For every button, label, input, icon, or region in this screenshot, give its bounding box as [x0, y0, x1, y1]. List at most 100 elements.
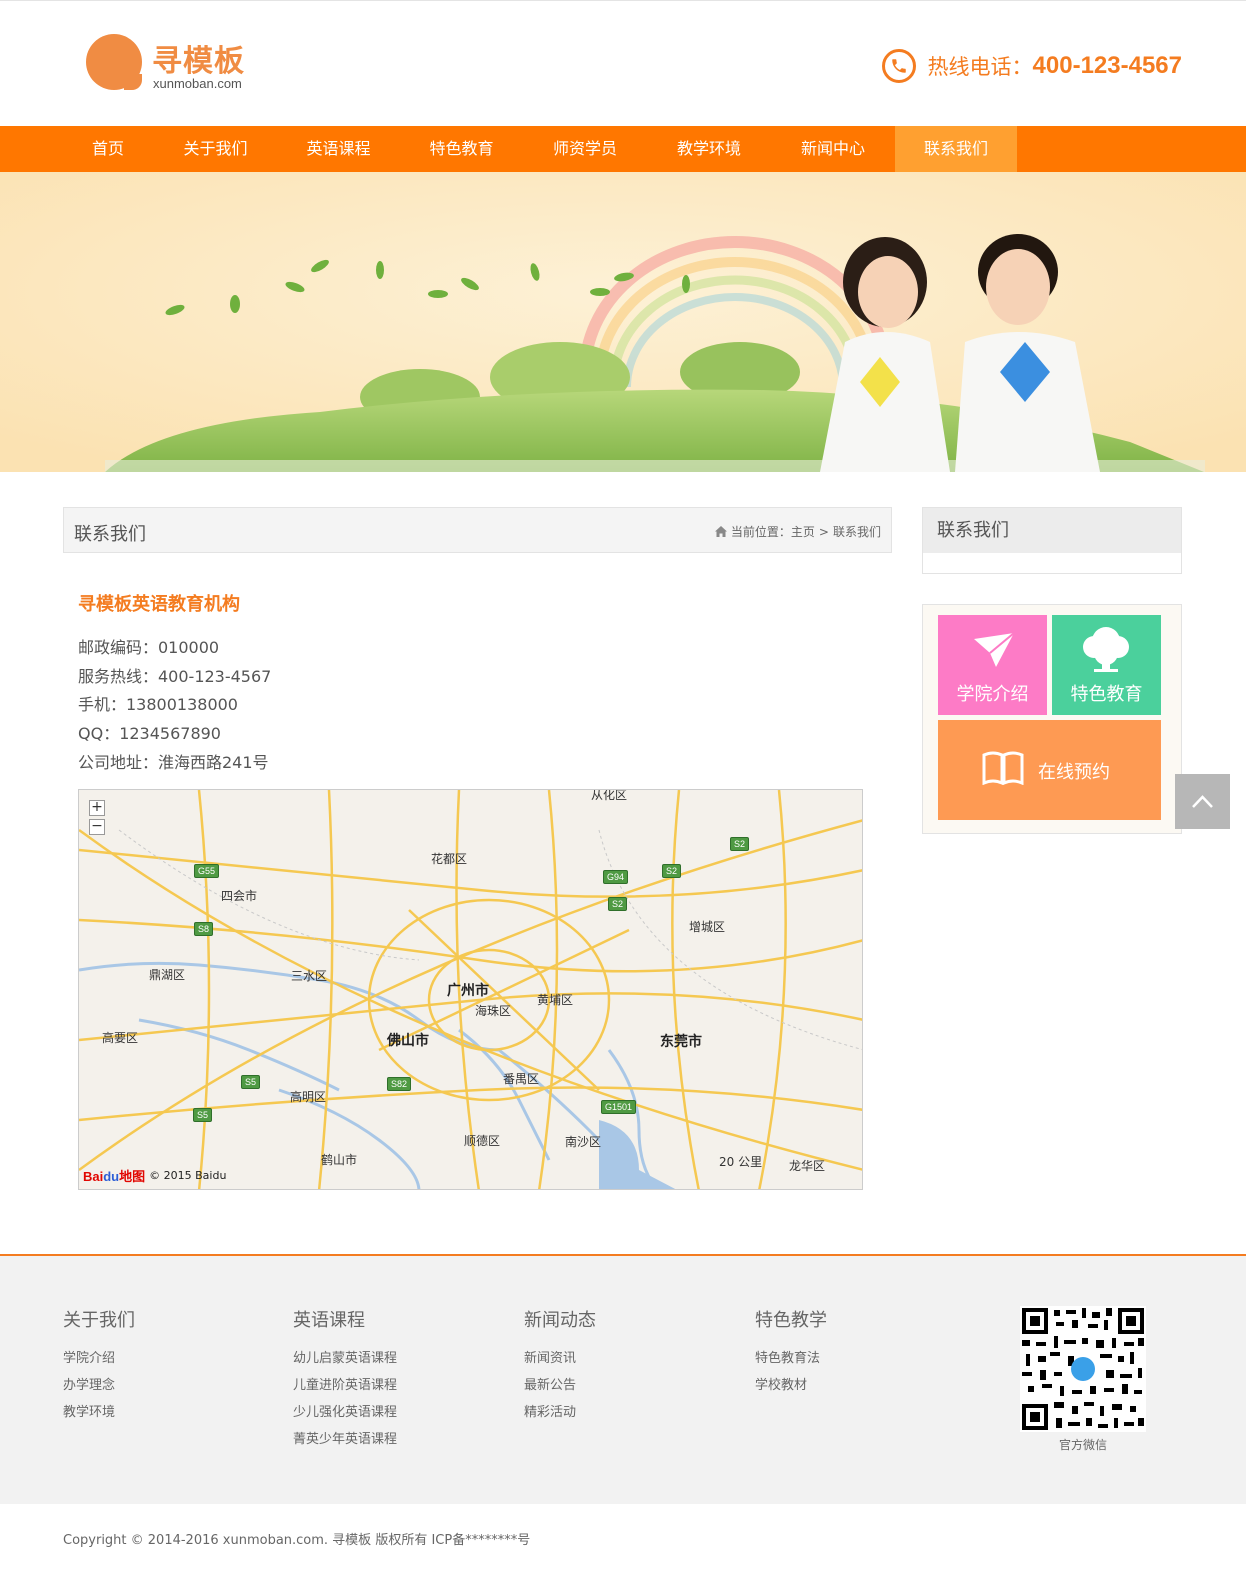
mobile-phone: 手机：13800138000	[78, 695, 238, 714]
hotline-label: 热线电话：	[927, 55, 1033, 79]
nav-item-featured[interactable]: 特色教育	[400, 126, 523, 172]
breadcrumb-home[interactable]: 主页	[791, 523, 815, 540]
map-scale-label: 20 公里	[719, 1155, 763, 1169]
hotline-number: 400-123-4567	[1032, 52, 1182, 79]
footer-col-title: 特色教学	[755, 1310, 827, 1331]
nav-item-news[interactable]: 新闻中心	[771, 126, 895, 172]
map-label: 四会市	[221, 889, 258, 903]
map-label: 南沙区	[565, 1135, 602, 1149]
footer-link[interactable]: 最新公告	[524, 1377, 596, 1394]
map-label: 黄埔区	[537, 993, 574, 1007]
tile-label: 特色教育	[1070, 684, 1143, 705]
address: 公司地址：淮海西路241号	[78, 753, 269, 772]
nav-item-teachers[interactable]: 师资学员	[523, 126, 647, 172]
qr-code-image	[1020, 1306, 1146, 1432]
footer-col-news: 新闻动态 新闻资讯 最新公告 精彩活动	[524, 1306, 596, 1431]
location-map[interactable]: + − 从化区 花都区 四会市 增城区 鼎湖区 三水区 广州市 黄埔区 海珠区 …	[78, 789, 863, 1190]
highway-shield: S2	[730, 837, 750, 851]
nav-item-home[interactable]: 首页	[62, 126, 154, 172]
logo-name: 寻模板	[152, 44, 245, 79]
logo-domain: xunmoban.com	[153, 76, 242, 91]
banner	[0, 172, 1246, 472]
tile-label: 学院介绍	[956, 684, 1029, 705]
site-logo[interactable]: 寻模板 xunmoban.com	[86, 34, 266, 94]
highway-shield: G55	[194, 864, 220, 878]
paper-plane-icon	[974, 632, 1015, 667]
footer-link[interactable]: 精彩活动	[524, 1404, 596, 1421]
nav-item-contact[interactable]: 联系我们	[895, 126, 1017, 172]
nav-item-about[interactable]: 关于我们	[154, 126, 277, 172]
highway-shield: S2	[608, 897, 628, 911]
map-label: 鼎湖区	[149, 968, 186, 982]
copyright: Copyright © 2014-2016 xunmoban.com. 寻模板 …	[63, 1533, 531, 1548]
org-name: 寻模板英语教育机构	[78, 594, 240, 615]
map-label: 海珠区	[475, 1004, 512, 1018]
map-zoom-out-button[interactable]: −	[89, 819, 105, 835]
hotline: 热线电话： 400-123-4567	[881, 46, 1182, 86]
service-hotline: 服务热线：400-123-4567	[78, 667, 272, 686]
footer-link[interactable]: 学院介绍	[63, 1350, 135, 1367]
postal-code: 邮政编码：010000	[78, 638, 220, 657]
map-label: 增城区	[689, 920, 726, 934]
banner-illustration	[0, 172, 1246, 472]
map-label: 东莞市	[660, 1034, 702, 1050]
tile-college-intro[interactable]: 学院介绍	[938, 615, 1047, 715]
footer-col-about: 关于我们 学院介绍 办学理念 教学环境	[63, 1306, 135, 1431]
qr-caption: 官方微信	[1058, 1438, 1107, 1452]
footer: 关于我们 学院介绍 办学理念 教学环境 英语课程 幼儿启蒙英语课程 儿童进阶英语…	[0, 1254, 1246, 1504]
map-label: 佛山市	[387, 1033, 429, 1049]
qq-number: QQ：1234567890	[78, 724, 221, 743]
footer-link[interactable]: 学校教材	[755, 1377, 827, 1394]
footer-col-courses: 英语课程 幼儿启蒙英语课程 儿童进阶英语课程 少儿强化英语课程 菁英少年英语课程	[293, 1306, 397, 1458]
footer-col-teaching: 特色教学 特色教育法 学校教材	[755, 1306, 827, 1404]
sidebar-contact-box: 联系我们	[922, 507, 1182, 574]
nav-item-environment[interactable]: 教学环境	[647, 126, 771, 172]
map-label: 花都区	[431, 852, 468, 866]
tile-online-booking[interactable]: 在线预约	[938, 720, 1161, 820]
footer-link[interactable]: 幼儿启蒙英语课程	[293, 1350, 397, 1367]
tile-label: 在线预约	[1038, 762, 1110, 783]
map-label: 鹤山市	[321, 1153, 358, 1167]
map-attribution: Baidu地图 © 2015 Baidu	[83, 1166, 226, 1185]
map-zoom-in-button[interactable]: +	[89, 800, 105, 816]
footer-link[interactable]: 教学环境	[63, 1404, 135, 1421]
footer-col-title: 关于我们	[63, 1310, 135, 1331]
map-label: 从化区	[591, 789, 628, 802]
footer-link[interactable]: 办学理念	[63, 1377, 135, 1394]
footer-link[interactable]: 特色教育法	[755, 1350, 827, 1367]
footer-link[interactable]: 新闻资讯	[524, 1350, 596, 1367]
sidebar-title: 联系我们	[923, 508, 1181, 553]
map-copyright: © 2015 Baidu	[149, 1169, 227, 1182]
map-label: 番禺区	[503, 1072, 540, 1086]
back-to-top-button[interactable]	[1175, 774, 1230, 829]
map-label: 高明区	[290, 1090, 327, 1104]
map-label: 高要区	[102, 1031, 139, 1045]
book-icon	[982, 751, 1024, 785]
footer-link[interactable]: 少儿强化英语课程	[293, 1404, 397, 1421]
page-title: 联系我们	[74, 524, 146, 545]
highway-shield: S82	[387, 1077, 412, 1091]
breadcrumb-prefix: 当前位置：	[730, 525, 791, 539]
footer-col-title: 新闻动态	[524, 1310, 596, 1331]
wechat-qr-code	[1020, 1306, 1146, 1432]
nav-item-courses[interactable]: 英语课程	[277, 126, 400, 172]
main-nav: 首页 关于我们 英语课程 特色教育 师资学员 教学环境 新闻中心 联系我们	[0, 126, 1246, 172]
breadcrumb-current[interactable]: 联系我们	[833, 523, 881, 540]
footer-link[interactable]: 菁英少年英语课程	[293, 1431, 397, 1448]
highway-shield: S2	[662, 864, 682, 878]
map-label: 三水区	[291, 969, 328, 983]
content-titlebar: 联系我们 当前位置： 主页 > 联系我们	[63, 507, 892, 553]
map-label: 龙华区	[789, 1159, 826, 1173]
phone-icon	[881, 49, 916, 83]
logo-mark-tail	[124, 74, 142, 90]
baidu-map-logo: Baidu地图	[83, 1169, 146, 1184]
tile-featured-education[interactable]: 特色教育	[1052, 615, 1161, 715]
footer-col-title: 英语课程	[293, 1310, 365, 1331]
footer-link[interactable]: 儿童进阶英语课程	[293, 1377, 397, 1394]
highway-shield: G1501	[601, 1100, 637, 1114]
highway-shield: S5	[241, 1075, 261, 1089]
breadcrumb: 当前位置： 主页 > 联系我们	[714, 523, 881, 540]
map-label: 广州市	[447, 983, 489, 999]
tree-icon	[1083, 627, 1129, 672]
top-border	[0, 0, 1246, 1]
